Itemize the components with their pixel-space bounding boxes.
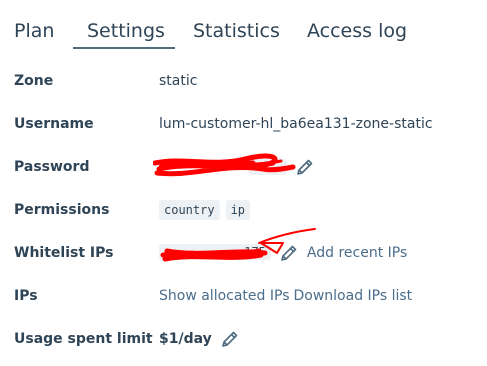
add-recent-ips-link[interactable]: Add recent IPs <box>307 245 407 261</box>
zone-label: Zone <box>14 73 54 89</box>
usage-limit-values: $1/day <box>159 327 240 351</box>
tab-settings[interactable]: Settings <box>87 18 165 44</box>
edit-whitelist-pencil-icon[interactable] <box>279 243 299 263</box>
zone-value: static <box>159 73 198 89</box>
ips-row: IPs Show allocated IPs Download IPs list <box>14 284 474 308</box>
usage-limit-label: Usage spent limit <box>14 331 153 347</box>
ips-links: Show allocated IPs Download IPs list <box>159 284 412 308</box>
ips-label: IPs <box>14 288 38 304</box>
password-chip <box>249 159 287 175</box>
usage-limit-value: $1/day <box>159 331 212 347</box>
username-value: lum-customer-hl_ba6ea131-zone-static <box>159 116 433 132</box>
username-row: Username lum-customer-hl_ba6ea131-zone-s… <box>14 112 474 136</box>
whitelist-ips-label: Whitelist IPs <box>14 245 114 261</box>
whitelist-ip-chip-redacted: .175 <box>159 228 316 263</box>
download-ips-list-link[interactable]: Download IPs list <box>293 288 412 304</box>
edit-usage-limit-pencil-icon[interactable] <box>220 329 240 349</box>
username-label: Username <box>14 116 94 132</box>
whitelist-ips-values: .175 Add recent IPs <box>159 228 407 265</box>
tab-statistics[interactable]: Statistics <box>193 18 280 44</box>
tab-plan[interactable]: Plan <box>14 18 54 44</box>
active-tab-indicator <box>73 47 175 49</box>
show-allocated-ips-link[interactable]: Show allocated IPs <box>159 288 289 304</box>
permission-chip-ip: ip <box>225 200 251 220</box>
password-label: Password <box>14 159 90 175</box>
permissions-row: Permissions country ip <box>14 198 474 222</box>
edit-password-pencil-icon[interactable] <box>295 157 315 177</box>
password-value-redacted <box>153 153 296 177</box>
zone-row: Zone static <box>14 69 474 93</box>
whitelist-ips-row: Whitelist IPs .175 Add recent IPs <box>14 228 474 265</box>
tab-access-log[interactable]: Access log <box>307 18 407 44</box>
password-row: Password <box>14 153 474 179</box>
permissions-values: country ip <box>159 198 256 222</box>
whitelist-ip-chip: .175 <box>159 244 271 260</box>
tab-bar: Plan Settings Statistics Access log <box>0 0 487 50</box>
password-value-container <box>153 153 315 179</box>
permission-chip-country: country <box>159 200 220 220</box>
permissions-label: Permissions <box>14 202 110 218</box>
usage-limit-row: Usage spent limit $1/day <box>14 327 474 351</box>
